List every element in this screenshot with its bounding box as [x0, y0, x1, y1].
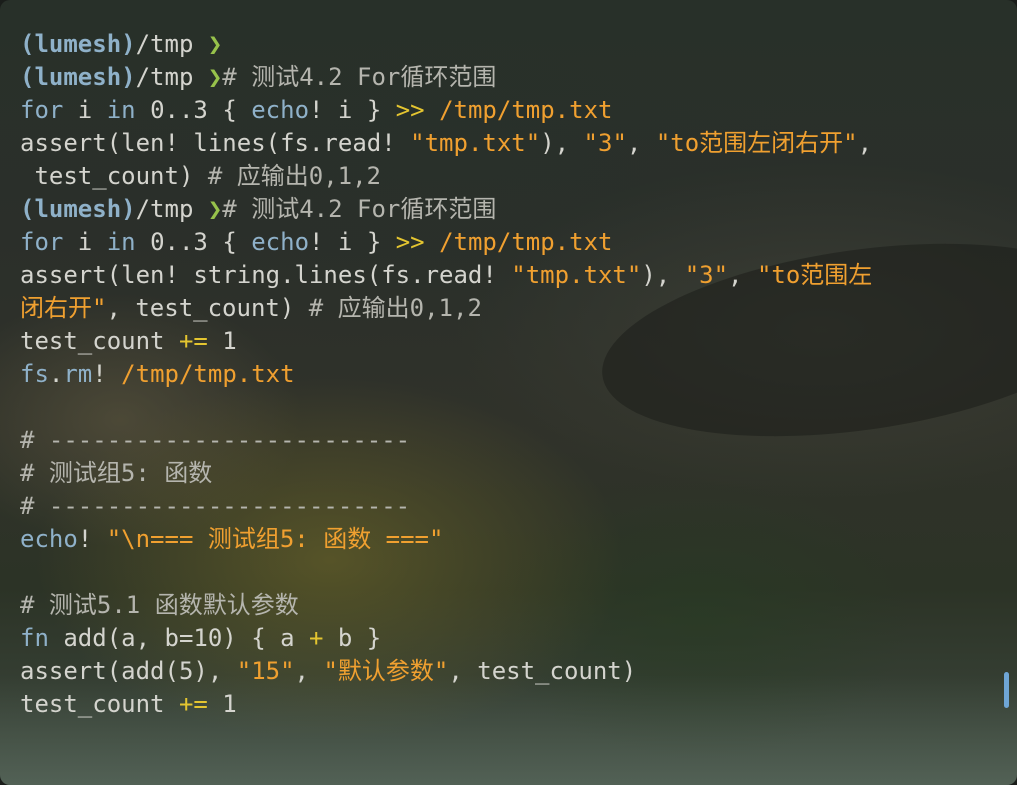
code-token: assert(add(5),: [20, 657, 237, 685]
code-token: assert(len! lines(fs.read!: [20, 129, 411, 157]
code-line: assert(len! lines(fs.read! "tmp.txt"), "…: [20, 127, 1000, 160]
code-token: 0..3 {: [135, 228, 252, 256]
code-token: "tmp.txt": [410, 129, 541, 157]
code-token: echo: [251, 228, 310, 256]
code-token: # -------------------------: [20, 426, 411, 454]
code-token: "tmp.txt": [511, 261, 642, 289]
code-token: ,: [857, 129, 873, 157]
code-token: rm: [63, 360, 93, 388]
code-token: i: [63, 228, 107, 256]
code-line: for i in 0..3 { echo! i } >> /tmp/tmp.tx…: [20, 94, 1000, 127]
code-line: test_count += 1: [20, 325, 1000, 358]
code-token: , test_count): [448, 657, 637, 685]
code-token: i: [63, 96, 107, 124]
prompt-line: (lumesh)/tmp ❯: [20, 28, 1000, 61]
code-token: ),: [641, 261, 685, 289]
terminal-window: (lumesh)/tmp ❯ (lumesh)/tmp ❯# 测试4.2 For循…: [0, 0, 1017, 785]
code-token: .: [48, 360, 64, 388]
code-token: "to范围左闭右开": [655, 129, 858, 157]
code-token: "3": [684, 261, 729, 289]
code-token: >>: [395, 228, 425, 256]
prompt-arrow-icon: ❯: [193, 63, 223, 91]
code-token: # 应输出0,1,2: [207, 162, 381, 190]
code-token: !: [92, 360, 122, 388]
code-token: "3": [583, 129, 627, 157]
code-token: in: [106, 96, 136, 124]
prompt-command: # 测试4.2 For循环范围: [222, 63, 497, 91]
code-line: assert(len! string.lines(fs.read! "tmp.t…: [20, 259, 1000, 292]
code-token: "\n=== 测试组5: 函数 ===": [106, 525, 444, 553]
prompt-env: (lumesh): [20, 30, 136, 58]
code-token: test_count: [20, 690, 179, 718]
prompt-cwd: /tmp: [135, 63, 194, 91]
terminal-output[interactable]: (lumesh)/tmp ❯ (lumesh)/tmp ❯# 测试4.2 For循…: [20, 28, 1000, 721]
prompt-line: (lumesh)/tmp ❯# 测试4.2 For循环范围: [20, 61, 1000, 94]
code-token: >>: [395, 96, 425, 124]
code-token: 闭右开": [20, 294, 107, 322]
code-token: 1: [207, 327, 237, 355]
code-token: ,: [728, 261, 757, 289]
prompt-env: (lumesh): [20, 63, 136, 91]
code-line: test_count += 1: [20, 688, 1000, 721]
code-line: test_count) # 应输出0,1,2: [20, 160, 1000, 193]
code-token: 1: [207, 690, 237, 718]
prompt-line: (lumesh)/tmp ❯# 测试4.2 For循环范围: [20, 193, 1000, 226]
code-line: fs.rm! /tmp/tmp.txt: [20, 358, 1000, 391]
code-token: # -------------------------: [20, 492, 411, 520]
code-token: /tmp/tmp.txt: [439, 96, 613, 124]
code-line: for i in 0..3 { echo! i } >> /tmp/tmp.tx…: [20, 226, 1000, 259]
code-token: !: [77, 525, 107, 553]
code-token: b }: [323, 624, 382, 652]
code-line: # 测试组5: 函数: [20, 457, 1000, 490]
code-line: # -------------------------: [20, 424, 1000, 457]
code-token: ,: [294, 657, 324, 685]
code-token: 0..3 {: [135, 96, 252, 124]
code-line: 闭右开", test_count) # 应输出0,1,2: [20, 292, 1000, 325]
prompt-cwd: /tmp: [135, 195, 194, 223]
code-line: # -------------------------: [20, 490, 1000, 523]
code-token: echo: [20, 525, 78, 553]
code-token: "默认参数": [323, 657, 449, 685]
code-token: for: [20, 96, 64, 124]
code-token: +: [309, 624, 324, 652]
code-token: assert(len! string.lines(fs.read!: [20, 261, 512, 289]
code-token: ),: [540, 129, 584, 157]
code-line: # 测试5.1 函数默认参数: [20, 589, 1000, 622]
prompt-arrow-icon: ❯: [193, 30, 223, 58]
prompt-arrow-icon: ❯: [193, 195, 223, 223]
code-token: ! i }: [309, 96, 396, 124]
code-token: /tmp/tmp.txt: [121, 360, 295, 388]
code-token: # 应输出0,1,2: [308, 294, 482, 322]
code-token: ! i }: [309, 228, 396, 256]
code-token: # 测试5.1 函数默认参数: [20, 591, 299, 619]
scrollbar-thumb[interactable]: [1004, 672, 1009, 708]
code-token: for: [20, 228, 64, 256]
code-token: in: [106, 228, 136, 256]
code-token: +=: [178, 327, 208, 355]
prompt-env: (lumesh): [20, 195, 136, 223]
code-token: +=: [178, 690, 208, 718]
code-token: add(a, b=10) { a: [48, 624, 309, 652]
code-token: test_count: [20, 327, 179, 355]
code-token: echo: [251, 96, 310, 124]
code-token: fn: [20, 624, 49, 652]
code-line: assert(add(5), "15", "默认参数", test_count): [20, 655, 1000, 688]
code-token: test_count): [20, 162, 208, 190]
prompt-command: # 测试4.2 For循环范围: [222, 195, 497, 223]
code-token: "15": [236, 657, 295, 685]
prompt-cwd: /tmp: [135, 30, 194, 58]
code-token: /tmp/tmp.txt: [439, 228, 613, 256]
code-token: # 测试组5: 函数: [20, 459, 213, 487]
code-token: fs: [20, 360, 49, 388]
code-token: , test_count): [106, 294, 309, 322]
code-token: "to范围左: [756, 261, 873, 289]
code-token: ,: [626, 129, 656, 157]
code-line: fn add(a, b=10) { a + b }: [20, 622, 1000, 655]
code-line: echo! "\n=== 测试组5: 函数 ===": [20, 523, 1000, 556]
